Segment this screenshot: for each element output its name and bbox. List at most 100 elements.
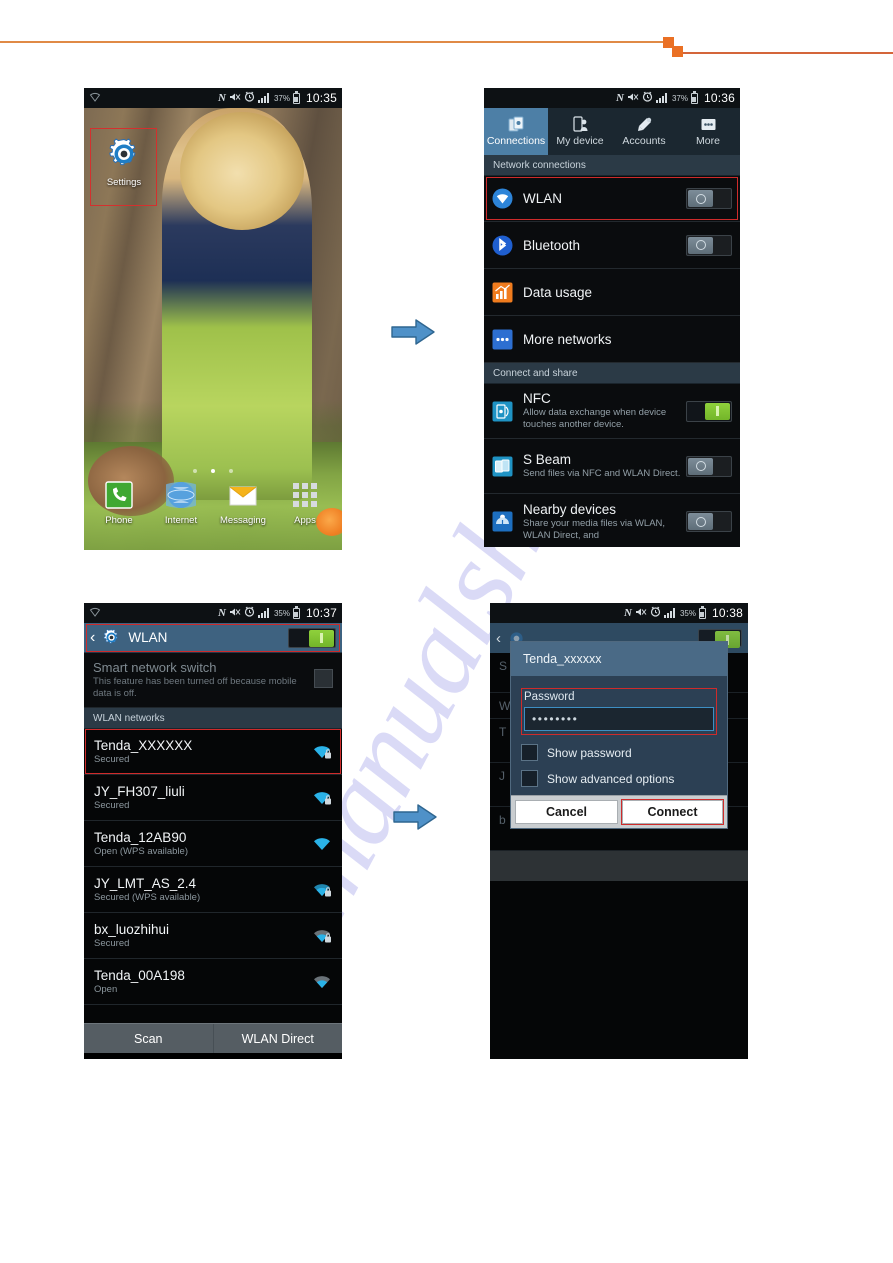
- dock-item-messaging[interactable]: Messaging: [214, 480, 272, 526]
- battery-percent: 37%: [671, 93, 688, 103]
- network-list-item[interactable]: JY_LMT_AS_2.4 Secured (WPS available): [84, 867, 342, 913]
- section-header-network-connections: Network connections: [484, 155, 740, 176]
- network-ssid: bx_luozhihui: [94, 922, 170, 937]
- page-header-rule: [0, 0, 893, 70]
- settings-row-wlan[interactable]: WLAN: [484, 176, 740, 222]
- wifi-open-icon: [312, 974, 332, 990]
- bluetooth-toggle[interactable]: [686, 234, 732, 256]
- settings-row-text-nearby-devices: Nearby devices Share your media files vi…: [523, 502, 686, 542]
- sbeam-icon: [492, 456, 513, 477]
- alarm-icon: [244, 91, 255, 105]
- page-dot: [192, 469, 197, 473]
- wlan-page-title: WLAN: [128, 630, 168, 645]
- dimmed-bottom-bar: [490, 851, 748, 881]
- screenshot-home-screen: N 37% 10:35 Settings Phone Internet Mess…: [84, 88, 342, 550]
- tab-my-device[interactable]: My device: [548, 108, 612, 155]
- network-state: Secured (WPS available): [94, 892, 201, 903]
- back-icon: ‹: [496, 629, 501, 647]
- network-ssid: JY_FH307_liuli: [94, 784, 185, 799]
- phone-icon: [104, 480, 134, 510]
- show-password-row[interactable]: Show password: [521, 744, 717, 761]
- show-advanced-options-row[interactable]: Show advanced options: [521, 770, 717, 787]
- scan-button[interactable]: Scan: [84, 1024, 213, 1053]
- password-field-group: Password ••••••••: [521, 688, 717, 735]
- dock-label-apps: Apps: [294, 515, 316, 526]
- dock-item-internet[interactable]: Internet: [152, 480, 210, 526]
- dock-item-phone[interactable]: Phone: [90, 480, 148, 526]
- network-list-item[interactable]: Tenda_12AB90 Open (WPS available): [84, 821, 342, 867]
- settings-row-label-data-usage: Data usage: [523, 284, 593, 300]
- gear-icon: [106, 136, 142, 172]
- tab-more[interactable]: More: [676, 108, 740, 155]
- clock: 10:36: [703, 91, 735, 105]
- wifi-status-icon: [89, 607, 101, 620]
- password-dialog: Tenda_xxxxxx Password •••••••• Show pass…: [510, 641, 728, 829]
- network-list-item[interactable]: Tenda_XXXXXX Secured: [84, 729, 342, 775]
- network-state: Open: [94, 984, 118, 995]
- dock-label-phone: Phone: [105, 515, 133, 526]
- wlan-master-toggle[interactable]: [288, 627, 336, 648]
- bluetooth-icon: [492, 235, 513, 256]
- network-list-item[interactable]: bx_luozhihui Secured: [84, 913, 342, 959]
- settings-row-more-networks[interactable]: More networks: [484, 316, 740, 363]
- dialog-body: Password •••••••• Show password Show adv…: [511, 676, 727, 795]
- tab-accounts[interactable]: Accounts: [612, 108, 676, 155]
- page-footer-rule: [0, 1185, 893, 1245]
- clock: 10:35: [305, 91, 337, 105]
- accounts-icon: [636, 116, 653, 133]
- mute-icon: [627, 92, 639, 105]
- tab-label-connections: Connections: [486, 135, 546, 147]
- settings-row-data-usage[interactable]: Data usage: [484, 269, 740, 316]
- apps-grid-icon: [290, 480, 320, 510]
- screenshot-password-dialog-screen: N 35% 10:38 ‹ S W T J b Tenda_xxxxxx Pas…: [490, 603, 748, 1059]
- wlan-toggle[interactable]: [686, 188, 732, 209]
- s-beam-toggle[interactable]: [686, 455, 732, 477]
- settings-row-nfc[interactable]: NFC Allow data exchange when device touc…: [484, 384, 740, 439]
- nfc-toggle[interactable]: [686, 400, 732, 422]
- network-list-item[interactable]: Tenda_00A198 Open: [84, 959, 342, 1005]
- settings-row-bluetooth[interactable]: Bluetooth: [484, 222, 740, 269]
- alarm-icon: [650, 606, 661, 620]
- network-list-item[interactable]: JY_FH307_liuli Secured: [84, 775, 342, 821]
- settings-app-shortcut[interactable]: Settings: [100, 136, 148, 188]
- battery-percent: 35%: [273, 608, 290, 618]
- nfc-icon: N: [218, 91, 226, 104]
- settings-row-label-s-beam: S Beam: [523, 452, 572, 467]
- settings-app-label: Settings: [106, 177, 142, 188]
- battery-percent: 35%: [679, 608, 696, 618]
- password-input[interactable]: ••••••••: [524, 707, 714, 731]
- status-bar: N 35% 10:38: [490, 603, 748, 623]
- dock-item-apps[interactable]: Apps: [276, 480, 334, 526]
- tab-label-accounts: Accounts: [622, 135, 666, 147]
- signal-bars-icon: [663, 608, 677, 618]
- network-ssid: Tenda_00A198: [94, 968, 185, 983]
- smart-network-switch-checkbox[interactable]: [314, 669, 333, 688]
- alarm-icon: [642, 91, 653, 105]
- dimmed-wlan-background: ‹ S W T J b Tenda_xxxxxx Password ••••••…: [490, 623, 748, 1059]
- smart-network-switch-row[interactable]: Smart network switch This feature has be…: [84, 653, 342, 708]
- page-dot-active: [211, 469, 215, 473]
- settings-row-label-more-networks: More networks: [523, 331, 612, 347]
- settings-row-s-beam[interactable]: S Beam Send files via NFC and WLAN Direc…: [484, 439, 740, 494]
- nfc-icon: N: [616, 91, 624, 104]
- settings-row-nearby-devices[interactable]: Nearby devices Share your media files vi…: [484, 494, 740, 547]
- connect-button[interactable]: Connect: [622, 800, 723, 824]
- network-state: Open (WPS available): [94, 846, 188, 857]
- status-bar: N 35% 10:37: [84, 603, 342, 623]
- wifi-icon: [492, 188, 513, 209]
- back-icon[interactable]: ‹: [90, 629, 95, 646]
- wlan-bottom-bar: Scan WLAN Direct: [84, 1023, 342, 1053]
- wifi-status-icon: [89, 92, 101, 105]
- wlan-direct-button[interactable]: WLAN Direct: [212, 1024, 343, 1053]
- nearby-devices-toggle[interactable]: [686, 511, 732, 532]
- screenshot-settings-screen: N 37% 10:36 Connections My device Accoun…: [484, 88, 740, 547]
- show-password-checkbox[interactable]: [521, 744, 538, 761]
- show-advanced-options-checkbox[interactable]: [521, 770, 538, 787]
- network-text: Tenda_00A198 Open: [94, 968, 185, 995]
- cancel-button[interactable]: Cancel: [515, 800, 618, 824]
- wifi-open-icon: [312, 836, 332, 852]
- clock: 10:37: [305, 606, 337, 620]
- header-line-right: [683, 52, 893, 54]
- tab-connections[interactable]: Connections: [484, 108, 548, 155]
- network-ssid: Tenda_XXXXXX: [94, 738, 193, 753]
